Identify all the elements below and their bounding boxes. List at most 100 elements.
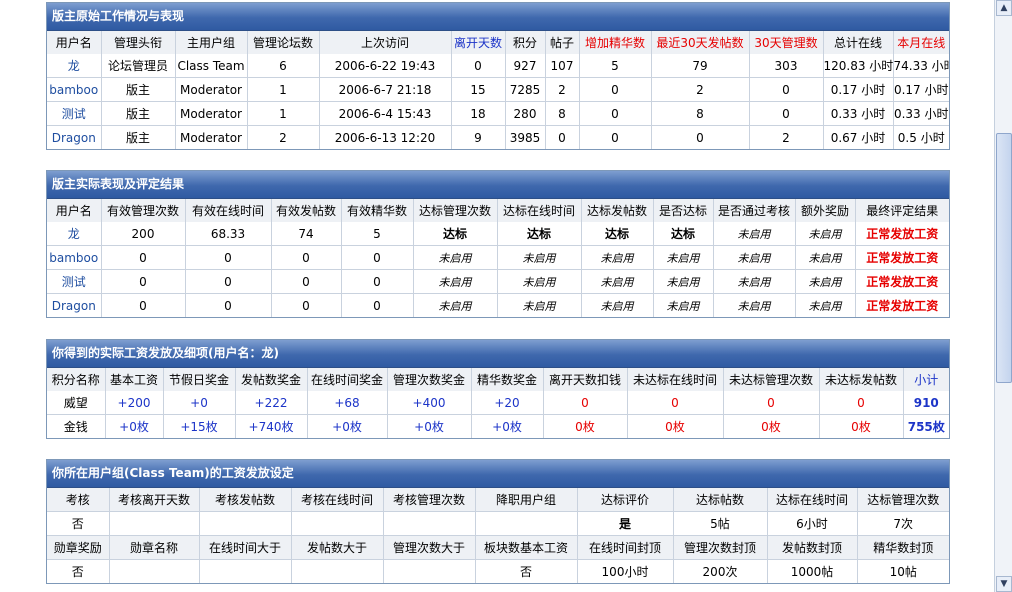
- panel-title: 版主原始工作情况与表现: [47, 3, 949, 31]
- scroll-up-button[interactable]: ▲: [996, 0, 1012, 16]
- table-cell: 280: [505, 101, 546, 126]
- table-cell: [383, 511, 476, 536]
- column-header: 管理头衔: [101, 31, 176, 54]
- table-cell: 2: [545, 77, 580, 102]
- salary-detail-table: 积分名称 基本工资 节假日奖金 发帖数奖金 在线时间奖金 管理次数奖金 精华数奖金 离开天数扣…: [47, 368, 949, 438]
- panel-title: 版主实际表现及评定结果: [47, 171, 949, 199]
- column-header: 帖子: [545, 31, 580, 54]
- table-cell: 0: [749, 77, 824, 102]
- table-cell: 否: [475, 559, 578, 583]
- table-cell: 74.33 小时: [893, 54, 949, 78]
- table-cell: [199, 511, 292, 536]
- table-cell: Moderator: [175, 101, 248, 126]
- column-header: 发帖数奖金: [235, 368, 308, 391]
- panel-title: 你所在用户组(Class Team)的工资发放设定: [47, 460, 949, 488]
- column-header: 最终评定结果: [855, 199, 949, 222]
- column-header: 离开天数: [451, 31, 506, 54]
- table-cell: 0枚: [627, 414, 724, 438]
- table-cell: +20: [471, 391, 544, 415]
- table-cell: 7285: [505, 77, 546, 102]
- table-cell: 否: [47, 559, 110, 583]
- table-cell: 0: [341, 269, 414, 294]
- column-header: 管理论坛数: [247, 31, 320, 54]
- panel-moderator-evaluation: 版主实际表现及评定结果 用户名 有效管理次数 有效在线时间 有效发帖数 有效精华数 达标管…: [46, 170, 950, 318]
- settings-header-row: 考核 考核离开天数 考核发帖数 考核在线时间 考核管理次数 降职用户组 达标评价 达标帖数 达标…: [47, 488, 949, 512]
- final-result: 正常发放工资: [855, 293, 949, 317]
- table-cell: 论坛管理员: [101, 54, 176, 78]
- settings-value-row: 否 是 5帖 6小时 7次: [47, 511, 949, 536]
- vertical-scrollbar[interactable]: ▲ ▼: [994, 0, 1012, 592]
- status-badge: 未启用: [581, 293, 654, 317]
- table-cell: Moderator: [175, 125, 248, 149]
- table-cell: [475, 511, 578, 536]
- table-cell: 100小时: [577, 559, 674, 583]
- username-link[interactable]: bamboo: [47, 77, 102, 102]
- username-link[interactable]: 测试: [47, 269, 102, 294]
- column-header: 达标评价: [577, 488, 674, 512]
- table-cell: 0: [101, 245, 186, 270]
- table-cell: 107: [545, 54, 580, 78]
- table-cell: 2006-6-13 12:20: [319, 125, 452, 149]
- final-result: 正常发放工资: [855, 222, 949, 246]
- username-link[interactable]: bamboo: [47, 245, 102, 270]
- table-cell: +0枚: [471, 414, 544, 438]
- status-badge: 未启用: [713, 222, 796, 246]
- username-link[interactable]: 龙: [47, 54, 102, 78]
- table-cell: 200: [101, 222, 186, 246]
- table-cell: 927: [505, 54, 546, 78]
- table-row: bamboo 0 0 0 0 未启用 未启用 未启用 未启用 未启用 未启用 正常发放工资: [47, 245, 949, 270]
- column-header: 总计在线: [823, 31, 894, 54]
- column-header: 在线时间奖金: [307, 368, 388, 391]
- column-header: 是否通过考核: [713, 199, 796, 222]
- page: 版主原始工作情况与表现 用户名 管理头衔 主用户组 管理论坛数 上次访问 离开天数 积分 帖子…: [0, 0, 994, 592]
- table-cell: +200: [105, 391, 164, 415]
- column-header: 增加精华数: [579, 31, 652, 54]
- table-cell: 303: [749, 54, 824, 78]
- table-cell: 2006-6-4 15:43: [319, 101, 452, 126]
- table-cell: 2006-6-22 19:43: [319, 54, 452, 78]
- subtotal-cell: 910: [903, 391, 949, 415]
- table-cell: 0.67 小时: [823, 125, 894, 149]
- column-header: 有效在线时间: [185, 199, 272, 222]
- status-badge: 未启用: [581, 269, 654, 294]
- scroll-down-button[interactable]: ▼: [996, 576, 1012, 592]
- column-header: 上次访问: [319, 31, 452, 54]
- scroll-thumb[interactable]: [996, 133, 1012, 383]
- column-header: 管理次数奖金: [387, 368, 472, 391]
- column-header: 管理次数封顶: [673, 535, 768, 560]
- table-cell: 0.17 小时: [893, 77, 949, 102]
- column-header: 有效精华数: [341, 199, 414, 222]
- panel-salary-detail: 你得到的实际工资发放及细项(用户名：龙) 积分名称 基本工资 节假日奖金 发帖数奖金在…: [46, 339, 950, 439]
- table-row: 龙 200 68.33 74 5 达标 达标 达标 达标 未启用 未启用 正常发放工资: [47, 222, 949, 246]
- table-row: 测试 0 0 0 0 未启用 未启用 未启用 未启用 未启用 未启用 正常发放工资: [47, 269, 949, 294]
- username-link[interactable]: Dragon: [47, 293, 102, 317]
- table-cell: +740枚: [235, 414, 308, 438]
- table-cell: 0: [271, 245, 342, 270]
- status-badge: 未启用: [653, 245, 714, 270]
- status-badge: 达标: [497, 222, 582, 246]
- panel-salary-settings: 你所在用户组(Class Team)的工资发放设定 考核 考核离开天数 考核发帖数考…: [46, 459, 950, 584]
- column-header: 未达标在线时间: [627, 368, 724, 391]
- column-header: 节假日奖金: [163, 368, 236, 391]
- column-header: 达标管理次数: [413, 199, 498, 222]
- column-header: 达标在线时间: [497, 199, 582, 222]
- column-header: 在线时间大于: [199, 535, 292, 560]
- table-cell: 0: [271, 293, 342, 317]
- status-badge: 未启用: [497, 245, 582, 270]
- username-link[interactable]: 测试: [47, 101, 102, 126]
- table-cell: +68: [307, 391, 388, 415]
- table-cell: 0: [185, 293, 272, 317]
- table-cell: Moderator: [175, 77, 248, 102]
- table-cell: 15: [451, 77, 506, 102]
- table-cell: 0: [451, 54, 506, 78]
- username-link[interactable]: Dragon: [47, 125, 102, 149]
- username-link[interactable]: 龙: [47, 222, 102, 246]
- table-cell: +15枚: [163, 414, 236, 438]
- table-cell: 0.33 小时: [823, 101, 894, 126]
- table-cell: 2006-6-7 21:18: [319, 77, 452, 102]
- column-header: 勋章奖励: [47, 535, 110, 560]
- table-cell: 金钱: [47, 414, 106, 438]
- table-cell: 0: [627, 391, 724, 415]
- table-cell: 0: [579, 125, 652, 149]
- moderator-raw-stats-table: 用户名 管理头衔 主用户组 管理论坛数 上次访问 离开天数 积分 帖子 增加精华数 最近30天发帖…: [47, 31, 949, 149]
